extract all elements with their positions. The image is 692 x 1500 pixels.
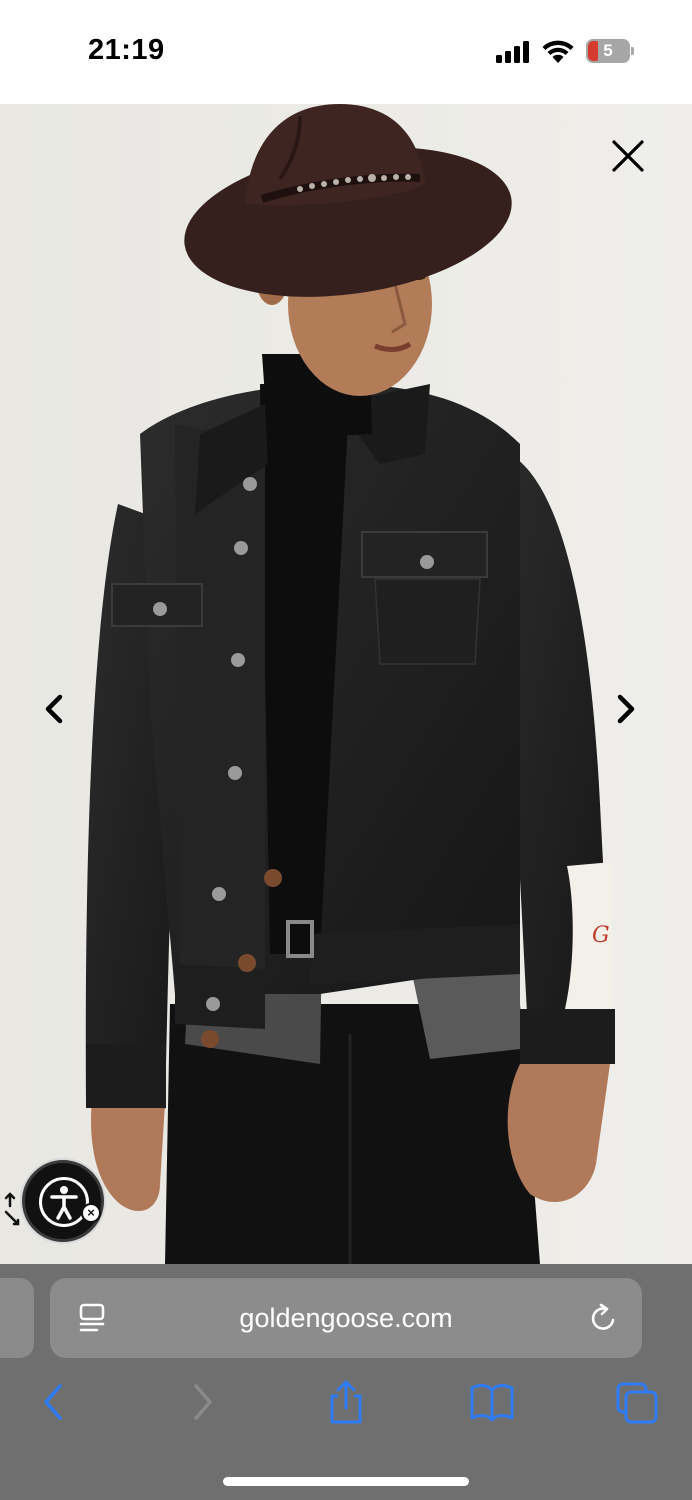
- chevron-left-icon[interactable]: [40, 692, 68, 726]
- product-image-viewer[interactable]: G: [0, 104, 692, 1264]
- address-bar[interactable]: goldengoose.com: [50, 1278, 642, 1358]
- battery-percentage: 5: [603, 41, 613, 60]
- accessibility-dismiss-badge[interactable]: ×: [81, 1203, 101, 1223]
- svg-text:G: G: [592, 923, 610, 948]
- accessibility-widget-button[interactable]: ×: [22, 1160, 104, 1242]
- status-bar: 21:19 5: [0, 0, 692, 104]
- forward-icon[interactable]: [178, 1380, 226, 1424]
- share-icon[interactable]: [322, 1380, 370, 1424]
- product-photo: G: [0, 104, 692, 1264]
- wifi-icon: [542, 40, 574, 63]
- tabs-icon[interactable]: [614, 1380, 662, 1424]
- previous-tab-preview[interactable]: [0, 1278, 34, 1358]
- close-icon[interactable]: [608, 136, 648, 176]
- chevron-right-icon[interactable]: [612, 692, 640, 726]
- accessibility-person-icon: [39, 1177, 89, 1227]
- book-icon[interactable]: [468, 1380, 516, 1424]
- status-time: 21:19: [88, 34, 165, 66]
- cellular-signal-icon: [496, 41, 529, 63]
- reload-icon[interactable]: [588, 1302, 620, 1334]
- home-indicator[interactable]: [223, 1477, 469, 1486]
- back-icon[interactable]: [30, 1380, 78, 1424]
- battery-icon: 5: [586, 39, 634, 63]
- url-text: goldengoose.com: [239, 1303, 453, 1333]
